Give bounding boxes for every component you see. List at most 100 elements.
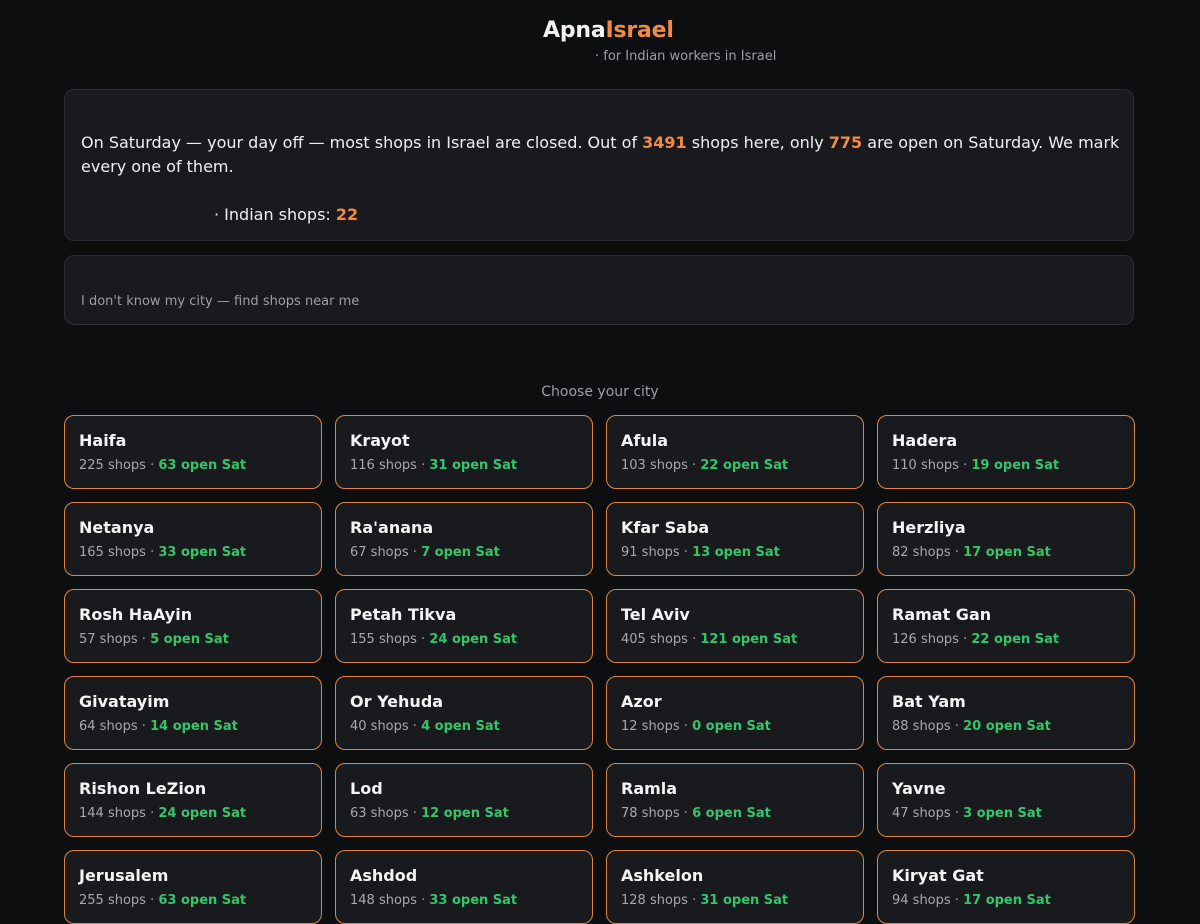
city-shop-count: 116 shops: [350, 458, 417, 473]
separator-dot: ·: [145, 545, 159, 560]
separator-dot: ·: [679, 719, 693, 734]
city-shop-count: 63 shops: [350, 806, 409, 821]
city-shop-count: 57 shops: [79, 632, 138, 647]
city-stats: 128 shops · 31 open Sat: [621, 893, 788, 909]
city-card[interactable]: Bat Yam 88 shops · 20 open Sat: [877, 676, 1135, 750]
city-card[interactable]: Or Yehuda 40 shops · 4 open Sat: [335, 676, 593, 750]
info-text-part2: shops here, only: [686, 133, 829, 152]
separator-dot: ·: [416, 458, 430, 473]
separator-dot: ·: [679, 806, 693, 821]
city-card[interactable]: Ramla 78 shops · 6 open Sat: [606, 763, 864, 837]
city-stats: 63 shops · 12 open Sat: [350, 806, 509, 822]
separator-dot: ·: [137, 632, 151, 647]
city-open-saturday-count: 3 open Sat: [963, 806, 1042, 821]
city-card[interactable]: Tel Aviv 405 shops · 121 open Sat: [606, 589, 864, 663]
site-header: ApnaIsrael · for Indian workers in Israe…: [0, 0, 1200, 80]
city-card[interactable]: Kiryat Gat 94 shops · 17 open Sat: [877, 850, 1135, 924]
city-open-saturday-count: 31 open Sat: [429, 458, 518, 473]
city-name: Or Yehuda: [350, 692, 444, 711]
city-open-saturday-count: 13 open Sat: [692, 545, 780, 560]
city-shop-count: 144 shops: [79, 806, 146, 821]
city-shop-count: 94 shops: [892, 893, 951, 908]
city-stats: 126 shops · 22 open Sat: [892, 632, 1059, 648]
city-stats: 91 shops · 13 open Sat: [621, 545, 780, 561]
city-card[interactable]: Ra'anana 67 shops · 7 open Sat: [335, 502, 593, 576]
city-shop-count: 40 shops: [350, 719, 409, 734]
city-stats: 12 shops · 0 open Sat: [621, 719, 771, 735]
separator-dot: ·: [137, 719, 151, 734]
city-name: Bat Yam: [892, 692, 966, 711]
city-card[interactable]: Givatayim 64 shops · 14 open Sat: [64, 676, 322, 750]
city-card[interactable]: Krayot 116 shops · 31 open Sat: [335, 415, 593, 489]
city-open-saturday-count: 5 open Sat: [150, 632, 229, 647]
city-card[interactable]: Petah Tikva 155 shops · 24 open Sat: [335, 589, 593, 663]
separator-dot: ·: [145, 893, 159, 908]
city-card[interactable]: Haifa 225 shops · 63 open Sat: [64, 415, 322, 489]
city-card[interactable]: Netanya 165 shops · 33 open Sat: [64, 502, 322, 576]
city-stats: 144 shops · 24 open Sat: [79, 806, 246, 822]
indian-shops-count: 22: [335, 205, 359, 224]
city-shop-count: 12 shops: [621, 719, 680, 734]
city-stats: 255 shops · 63 open Sat: [79, 893, 246, 909]
brand-logo[interactable]: ApnaIsrael: [543, 16, 674, 46]
city-card[interactable]: Lod 63 shops · 12 open Sat: [335, 763, 593, 837]
find-shops-near-me-label: I don't know my city — find shops near m…: [81, 294, 360, 309]
city-card[interactable]: Ramat Gan 126 shops · 22 open Sat: [877, 589, 1135, 663]
city-open-saturday-count: 121 open Sat: [700, 632, 798, 647]
city-open-saturday-count: 24 open Sat: [429, 632, 518, 647]
city-stats: 64 shops · 14 open Sat: [79, 719, 238, 735]
city-name: Ashdod: [350, 866, 418, 885]
city-name: Netanya: [79, 518, 155, 537]
city-stats: 47 shops · 3 open Sat: [892, 806, 1042, 822]
city-card[interactable]: Yavne 47 shops · 3 open Sat: [877, 763, 1135, 837]
city-shop-count: 128 shops: [621, 893, 688, 908]
city-shop-count: 67 shops: [350, 545, 409, 560]
city-shop-count: 78 shops: [621, 806, 680, 821]
city-open-saturday-count: 63 open Sat: [158, 893, 247, 908]
city-open-saturday-count: 12 open Sat: [421, 806, 509, 821]
separator-dot: ·: [416, 632, 430, 647]
city-name: Ramat Gan: [892, 605, 992, 624]
city-stats: 40 shops · 4 open Sat: [350, 719, 500, 735]
city-shop-count: 88 shops: [892, 719, 951, 734]
brand-name-part2: Israel: [605, 18, 674, 43]
indian-shops-line: · Indian shops: 22: [214, 203, 358, 227]
saturday-info-panel: On Saturday — your day off — most shops …: [64, 89, 1134, 241]
city-card[interactable]: Azor 12 shops · 0 open Sat: [606, 676, 864, 750]
city-shop-count: 225 shops: [79, 458, 146, 473]
city-shop-count: 47 shops: [892, 806, 951, 821]
city-card[interactable]: Ashkelon 128 shops · 31 open Sat: [606, 850, 864, 924]
city-open-saturday-count: 22 open Sat: [971, 632, 1060, 647]
city-stats: 165 shops · 33 open Sat: [79, 545, 246, 561]
city-card[interactable]: Herzliya 82 shops · 17 open Sat: [877, 502, 1135, 576]
saturday-info-text: On Saturday — your day off — most shops …: [81, 131, 1126, 179]
city-shop-count: 91 shops: [621, 545, 680, 560]
separator-dot: ·: [950, 545, 964, 560]
separator-dot: ·: [687, 458, 701, 473]
city-stats: 57 shops · 5 open Sat: [79, 632, 229, 648]
city-open-saturday-count: 31 open Sat: [700, 893, 789, 908]
find-shops-near-me-button[interactable]: I don't know my city — find shops near m…: [64, 255, 1134, 325]
city-card[interactable]: Rosh HaAyin 57 shops · 5 open Sat: [64, 589, 322, 663]
city-shop-count: 165 shops: [79, 545, 146, 560]
city-open-saturday-count: 7 open Sat: [421, 545, 500, 560]
city-card[interactable]: Rishon LeZion 144 shops · 24 open Sat: [64, 763, 322, 837]
city-name: Ashkelon: [621, 866, 704, 885]
city-card[interactable]: Afula 103 shops · 22 open Sat: [606, 415, 864, 489]
city-card[interactable]: Kfar Saba 91 shops · 13 open Sat: [606, 502, 864, 576]
choose-city-heading: Choose your city: [541, 384, 659, 400]
brand-name-part1: Apna: [543, 18, 606, 43]
city-open-saturday-count: 22 open Sat: [700, 458, 789, 473]
city-card[interactable]: Hadera 110 shops · 19 open Sat: [877, 415, 1135, 489]
city-name: Ramla: [621, 779, 678, 798]
city-card[interactable]: Jerusalem 255 shops · 63 open Sat: [64, 850, 322, 924]
city-open-saturday-count: 33 open Sat: [429, 893, 518, 908]
indian-shops-label: · Indian shops:: [214, 205, 336, 224]
city-card[interactable]: Ashdod 148 shops · 33 open Sat: [335, 850, 593, 924]
city-stats: 67 shops · 7 open Sat: [350, 545, 500, 561]
city-name: Ra'anana: [350, 518, 434, 537]
city-stats: 78 shops · 6 open Sat: [621, 806, 771, 822]
city-name: Rosh HaAyin: [79, 605, 193, 624]
city-open-saturday-count: 14 open Sat: [150, 719, 238, 734]
city-name: Rishon LeZion: [79, 779, 207, 798]
